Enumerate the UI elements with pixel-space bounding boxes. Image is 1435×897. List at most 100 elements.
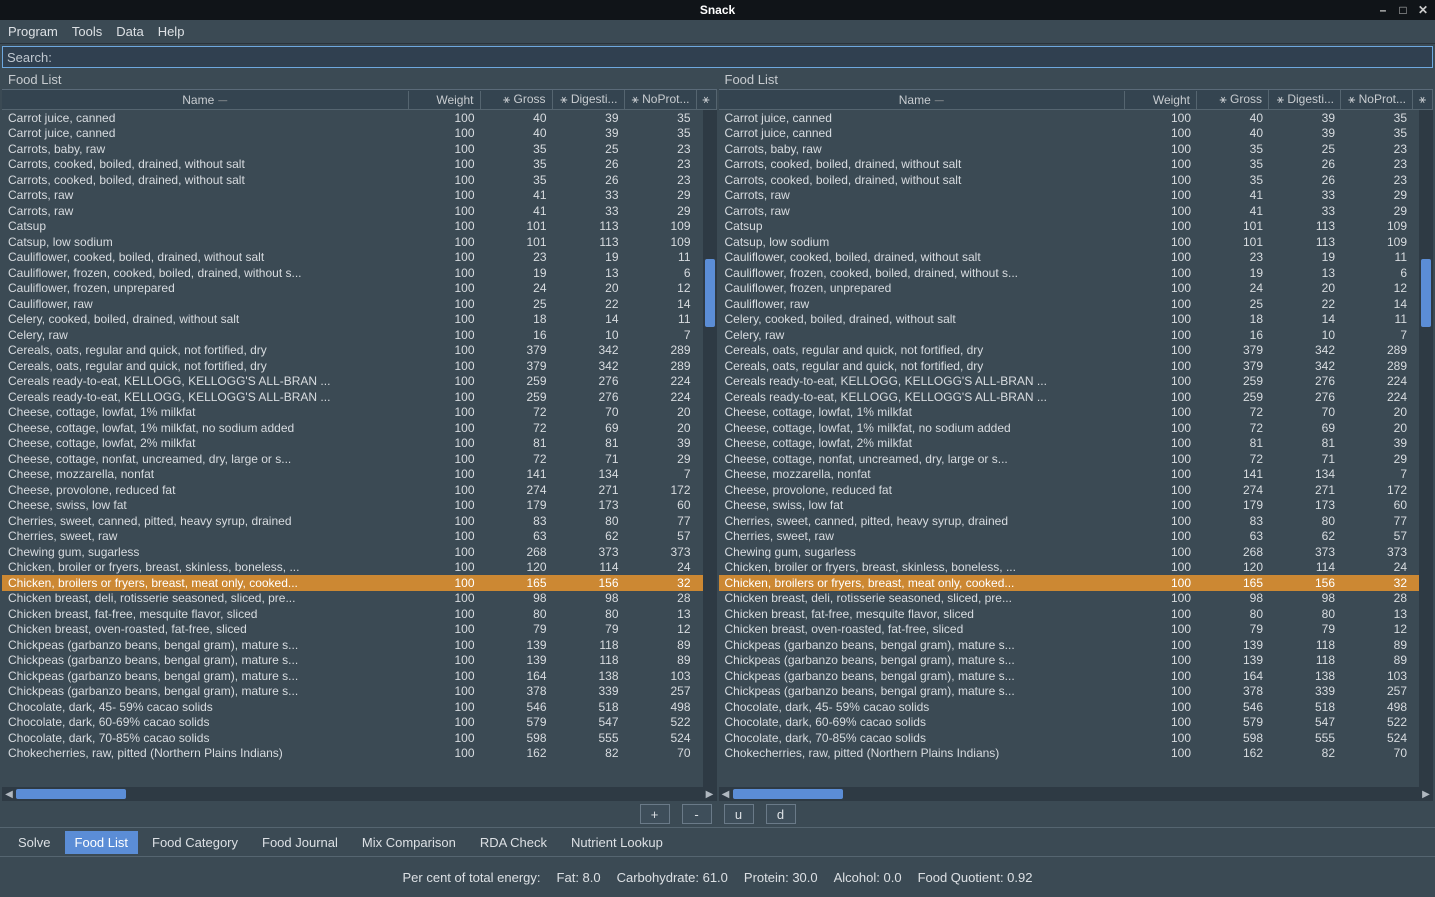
- table-row[interactable]: Cheese, cottage, nonfat, uncreamed, dry,…: [2, 451, 717, 467]
- table-row[interactable]: Cauliflower, frozen, unprepared100242012: [2, 281, 717, 297]
- tab-solve[interactable]: Solve: [8, 831, 61, 854]
- table-row[interactable]: Carrots, baby, raw100352523: [2, 141, 717, 157]
- table-row[interactable]: Chicken breast, fat-free, mesquite flavo…: [2, 606, 717, 622]
- table-row[interactable]: Chicken breast, oven-roasted, fat-free, …: [719, 622, 1434, 638]
- table-row[interactable]: Cheese, swiss, low fat10017917360: [719, 498, 1434, 514]
- table-row[interactable]: Chicken breast, oven-roasted, fat-free, …: [2, 622, 717, 638]
- column-header[interactable]: Weight: [409, 91, 481, 109]
- table-row[interactable]: Celery, cooked, boiled, drained, without…: [2, 312, 717, 328]
- scroll-left-icon[interactable]: ◀: [2, 789, 16, 800]
- table-row[interactable]: Cereals, oats, regular and quick, not fo…: [2, 343, 717, 359]
- table-row[interactable]: Celery, cooked, boiled, drained, without…: [719, 312, 1434, 328]
- tab-food-list[interactable]: Food List: [65, 831, 138, 854]
- table-row[interactable]: Cheese, provolone, reduced fat1002742711…: [2, 482, 717, 498]
- column-header[interactable]: Weight: [1125, 91, 1197, 109]
- column-header[interactable]: ⚹: [1413, 90, 1433, 109]
- table-row[interactable]: Chicken, broilers or fryers, breast, mea…: [719, 575, 1434, 591]
- table-row[interactable]: Carrot juice, canned100403935: [2, 126, 717, 142]
- table-row[interactable]: Chickpeas (garbanzo beans, bengal gram),…: [2, 637, 717, 653]
- plus-button[interactable]: +: [640, 804, 670, 824]
- column-header[interactable]: ⚹ Digesti...: [1269, 90, 1341, 109]
- table-row[interactable]: Cherries, sweet, raw100636257: [2, 529, 717, 545]
- table-row[interactable]: Cauliflower, frozen, cooked, boiled, dra…: [2, 265, 717, 281]
- minimize-icon[interactable]: –: [1377, 4, 1389, 16]
- table-row[interactable]: Carrots, cooked, boiled, drained, withou…: [2, 172, 717, 188]
- search-input[interactable]: [58, 50, 1428, 65]
- table-row[interactable]: Chickpeas (garbanzo beans, bengal gram),…: [719, 653, 1434, 669]
- menu-help[interactable]: Help: [158, 24, 185, 39]
- table-row[interactable]: Chickpeas (garbanzo beans, bengal gram),…: [719, 637, 1434, 653]
- table-row[interactable]: Carrots, cooked, boiled, drained, withou…: [719, 157, 1434, 173]
- table-row[interactable]: Chokecherries, raw, pitted (Northern Pla…: [2, 746, 717, 762]
- table-row[interactable]: Chicken, broiler or fryers, breast, skin…: [719, 560, 1434, 576]
- tab-food-category[interactable]: Food Category: [142, 831, 248, 854]
- maximize-icon[interactable]: □: [1397, 4, 1409, 16]
- table-row[interactable]: Chicken, broiler or fryers, breast, skin…: [2, 560, 717, 576]
- table-row[interactable]: Cauliflower, frozen, cooked, boiled, dra…: [719, 265, 1434, 281]
- column-header[interactable]: Name—: [719, 91, 1126, 109]
- table-row[interactable]: Catsup100101113109: [719, 219, 1434, 235]
- table-row[interactable]: Chickpeas (garbanzo beans, bengal gram),…: [2, 653, 717, 669]
- column-header[interactable]: ⚹ Gross: [1197, 90, 1269, 109]
- table-row[interactable]: Chicken breast, deli, rotisserie seasone…: [719, 591, 1434, 607]
- table-row[interactable]: Cherries, sweet, canned, pitted, heavy s…: [2, 513, 717, 529]
- menu-program[interactable]: Program: [8, 24, 58, 39]
- tab-rda-check[interactable]: RDA Check: [470, 831, 557, 854]
- table-row[interactable]: Cauliflower, raw100252214: [2, 296, 717, 312]
- table-row[interactable]: Cheese, mozzarella, nonfat1001411347: [719, 467, 1434, 483]
- table-row[interactable]: Chokecherries, raw, pitted (Northern Pla…: [719, 746, 1434, 762]
- table-row[interactable]: Catsup, low sodium100101113109: [2, 234, 717, 250]
- table-row[interactable]: Carrot juice, canned100403935: [719, 110, 1434, 126]
- vertical-scrollbar[interactable]: [1419, 110, 1433, 787]
- table-row[interactable]: Carrot juice, canned100403935: [2, 110, 717, 126]
- table-row[interactable]: Cheese, cottage, lowfat, 1% milkfat10072…: [719, 405, 1434, 421]
- table-row[interactable]: Carrots, baby, raw100352523: [719, 141, 1434, 157]
- table-row[interactable]: Chickpeas (garbanzo beans, bengal gram),…: [2, 684, 717, 700]
- column-header[interactable]: Name—: [2, 91, 409, 109]
- table-row[interactable]: Cherries, sweet, canned, pitted, heavy s…: [719, 513, 1434, 529]
- table-row[interactable]: Cauliflower, frozen, unprepared100242012: [719, 281, 1434, 297]
- table-row[interactable]: Chicken breast, deli, rotisserie seasone…: [2, 591, 717, 607]
- table-row[interactable]: Carrots, cooked, boiled, drained, withou…: [2, 157, 717, 173]
- table-row[interactable]: Chicken, broilers or fryers, breast, mea…: [2, 575, 717, 591]
- table-row[interactable]: Chocolate, dark, 70-85% cacao solids1005…: [719, 730, 1434, 746]
- scroll-right-icon[interactable]: ▶: [1419, 789, 1433, 800]
- table-row[interactable]: Cereals ready-to-eat, KELLOGG, KELLOGG'S…: [2, 389, 717, 405]
- table-row[interactable]: Carrots, raw100413329: [2, 188, 717, 204]
- table-row[interactable]: Cauliflower, raw100252214: [719, 296, 1434, 312]
- table-row[interactable]: Cheese, provolone, reduced fat1002742711…: [719, 482, 1434, 498]
- table-row[interactable]: Cereals, oats, regular and quick, not fo…: [719, 343, 1434, 359]
- table-row[interactable]: Carrots, raw100413329: [2, 203, 717, 219]
- table-row[interactable]: Cheese, mozzarella, nonfat1001411347: [2, 467, 717, 483]
- table-row[interactable]: Catsup100101113109: [2, 219, 717, 235]
- column-header[interactable]: ⚹ NoProt...: [1341, 90, 1413, 109]
- table-row[interactable]: Carrots, raw100413329: [719, 203, 1434, 219]
- table-row[interactable]: Cheese, cottage, lowfat, 1% milkfat, no …: [2, 420, 717, 436]
- table-row[interactable]: Chewing gum, sugarless100268373373: [719, 544, 1434, 560]
- table-row[interactable]: Cheese, cottage, lowfat, 2% milkfat10081…: [719, 436, 1434, 452]
- scroll-left-icon[interactable]: ◀: [719, 789, 733, 800]
- table-row[interactable]: Carrots, cooked, boiled, drained, withou…: [719, 172, 1434, 188]
- table-row[interactable]: Chickpeas (garbanzo beans, bengal gram),…: [719, 668, 1434, 684]
- table-row[interactable]: Chewing gum, sugarless100268373373: [2, 544, 717, 560]
- scroll-right-icon[interactable]: ▶: [703, 789, 717, 800]
- table-row[interactable]: Chocolate, dark, 60-69% cacao solids1005…: [2, 715, 717, 731]
- table-row[interactable]: Cereals ready-to-eat, KELLOGG, KELLOGG'S…: [719, 389, 1434, 405]
- table-row[interactable]: Celery, raw10016107: [719, 327, 1434, 343]
- table-row[interactable]: Chocolate, dark, 60-69% cacao solids1005…: [719, 715, 1434, 731]
- scroll-thumb[interactable]: [1421, 259, 1431, 327]
- scroll-thumb[interactable]: [16, 789, 126, 799]
- column-header[interactable]: ⚹ NoProt...: [625, 90, 697, 109]
- table-row[interactable]: Cereals, oats, regular and quick, not fo…: [2, 358, 717, 374]
- table-row[interactable]: Celery, raw10016107: [2, 327, 717, 343]
- table-row[interactable]: Catsup, low sodium100101113109: [719, 234, 1434, 250]
- menu-data[interactable]: Data: [116, 24, 143, 39]
- table-row[interactable]: Cereals, oats, regular and quick, not fo…: [719, 358, 1434, 374]
- table-row[interactable]: Cereals ready-to-eat, KELLOGG, KELLOGG'S…: [719, 374, 1434, 390]
- menu-tools[interactable]: Tools: [72, 24, 102, 39]
- close-icon[interactable]: ✕: [1417, 4, 1429, 16]
- tab-food-journal[interactable]: Food Journal: [252, 831, 348, 854]
- table-row[interactable]: Chickpeas (garbanzo beans, bengal gram),…: [719, 684, 1434, 700]
- table-row[interactable]: Cheese, cottage, lowfat, 1% milkfat10072…: [2, 405, 717, 421]
- tab-nutrient-lookup[interactable]: Nutrient Lookup: [561, 831, 673, 854]
